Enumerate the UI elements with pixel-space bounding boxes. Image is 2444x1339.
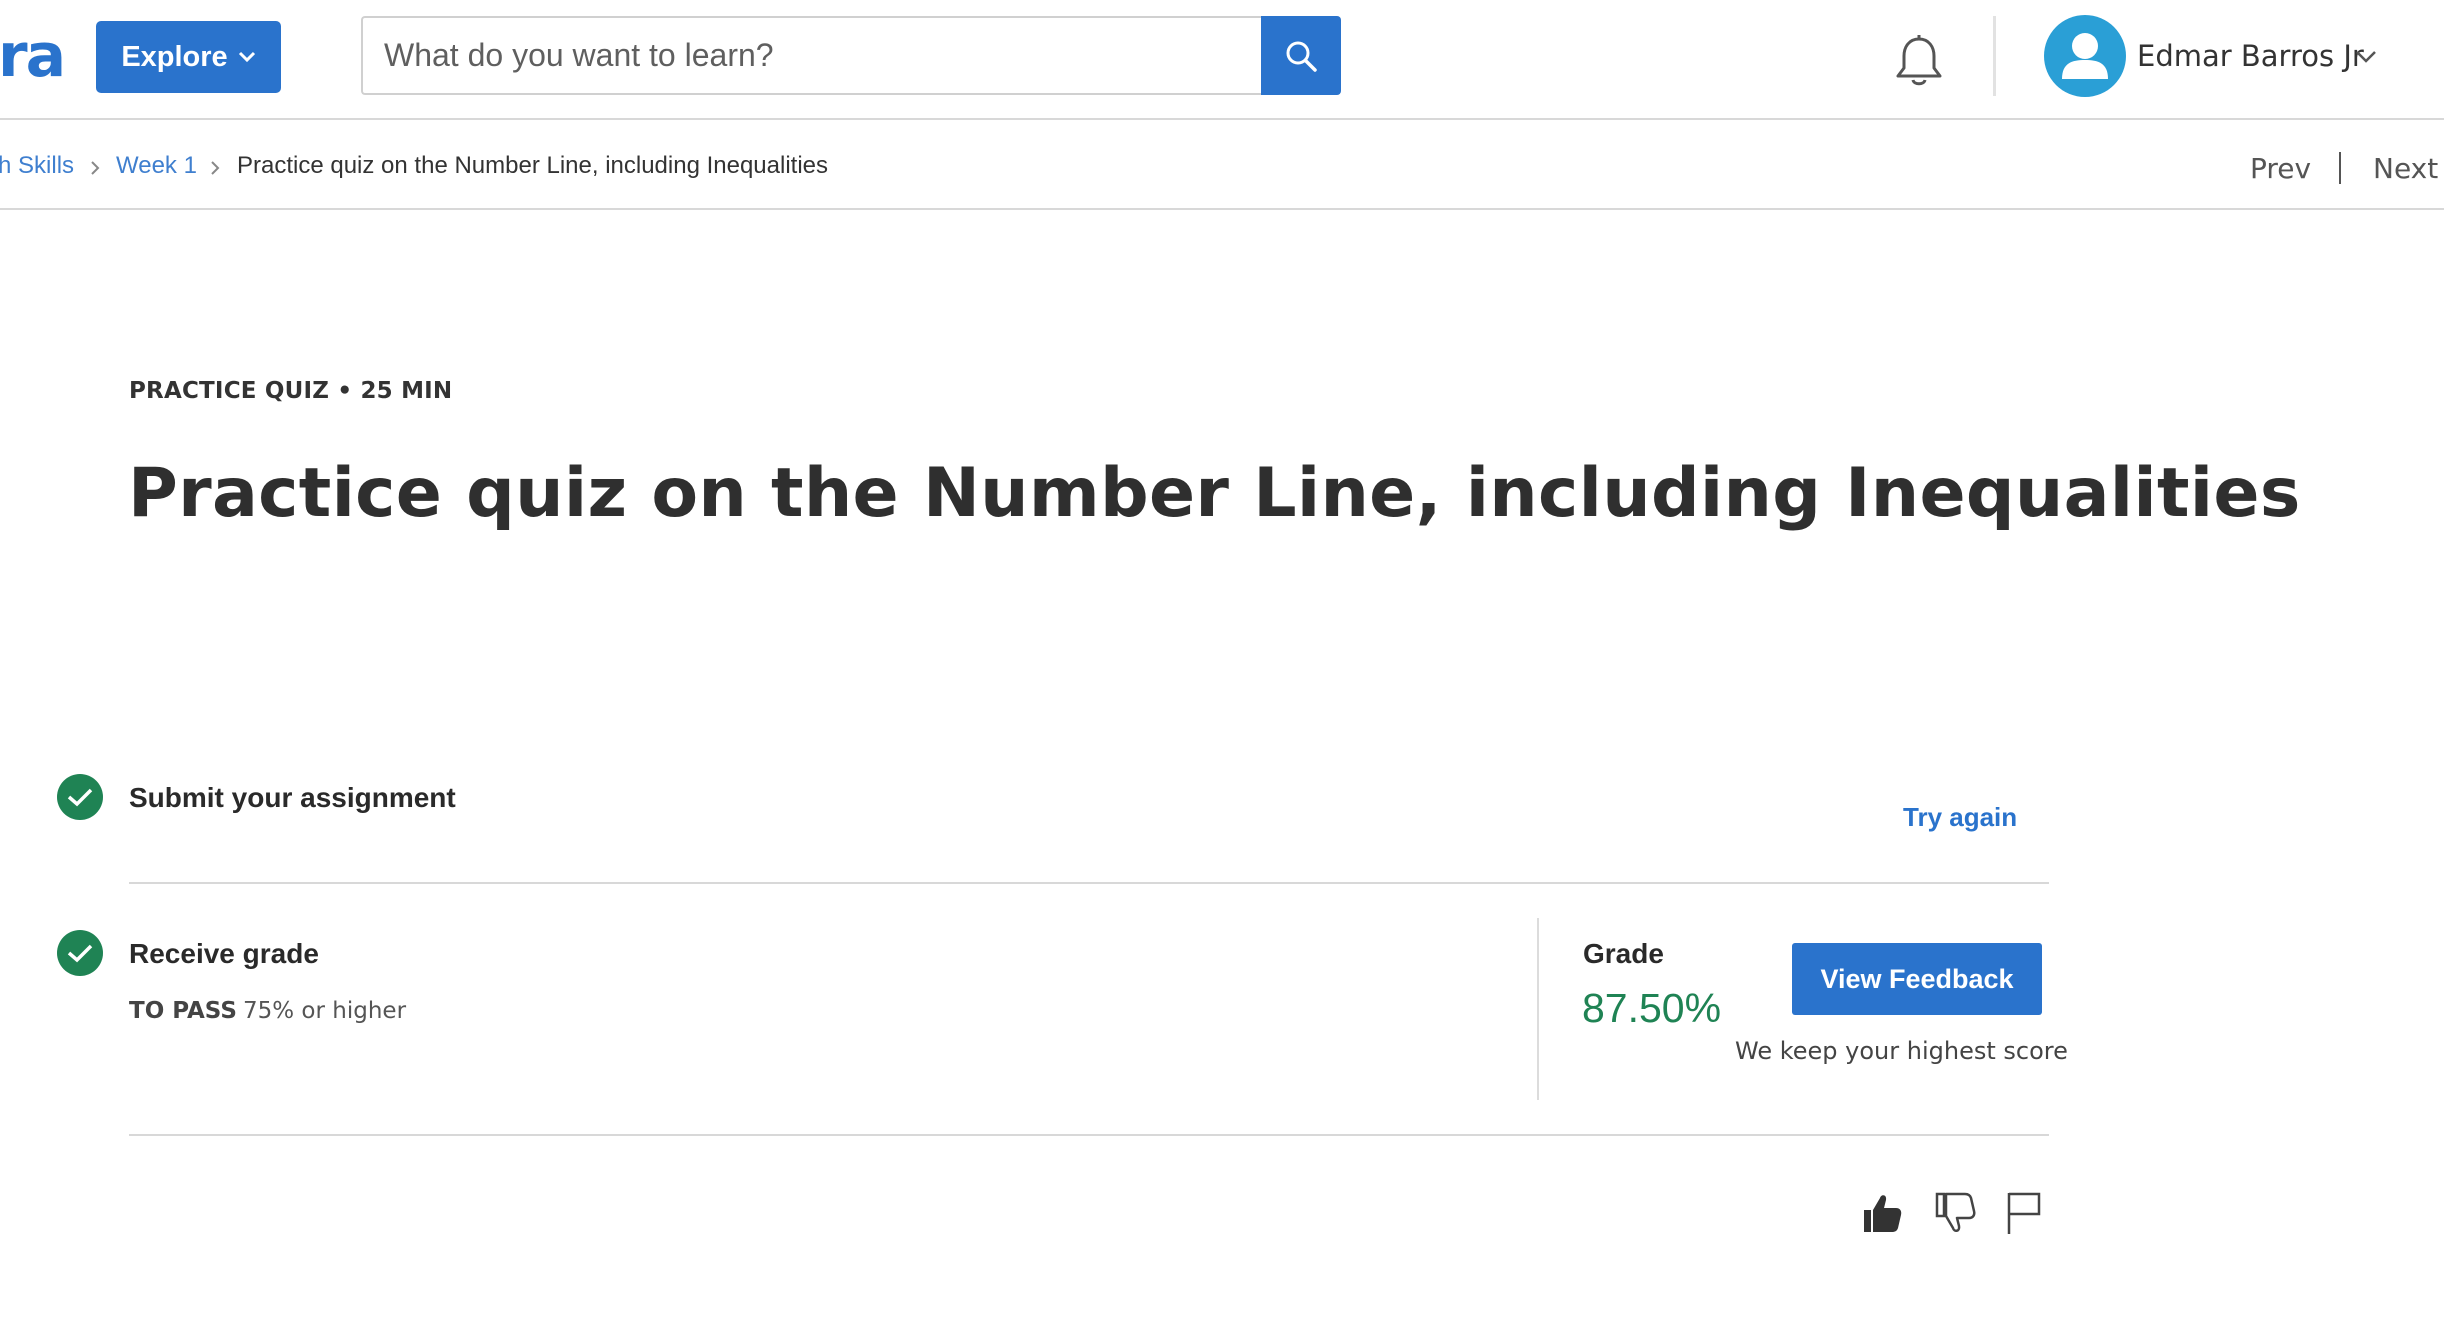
nav-divider: [2339, 152, 2341, 184]
user-name[interactable]: Edmar Barros Jr: [2137, 36, 2364, 76]
breadcrumb: h Skills Week 1 Practice quiz on the Num…: [0, 120, 2444, 210]
grade-divider: [1537, 918, 1539, 1100]
submit-step-title: Submit your assignment: [129, 782, 456, 813]
grade-step-title: Receive grade: [129, 938, 319, 969]
chevron-right-icon: [91, 161, 100, 175]
header-divider: [1993, 16, 1996, 96]
try-again-link[interactable]: Try again: [1903, 802, 2017, 833]
chevron-right-icon: [211, 161, 220, 175]
top-header: ra Explore Edmar Barros Jr: [0, 0, 2444, 120]
quiz-meta: PRACTICE QUIZ • 25 MIN: [129, 378, 453, 404]
search-icon: [1286, 41, 1317, 72]
chevron-down-icon: [238, 51, 255, 63]
thumbs-up-icon[interactable]: [1858, 1190, 1904, 1236]
section-divider: [129, 1134, 2049, 1136]
flag-icon[interactable]: [2000, 1190, 2046, 1236]
coursera-logo[interactable]: ra: [0, 18, 66, 94]
explore-button[interactable]: Explore: [96, 21, 281, 93]
explore-label: Explore: [121, 40, 228, 73]
next-link[interactable]: Next: [2373, 151, 2438, 187]
to-pass-value: 75% or higher: [243, 998, 407, 1024]
chevron-down-icon[interactable]: [2355, 50, 2377, 64]
page-title: Practice quiz on the Number Line, includ…: [128, 454, 2301, 533]
to-pass-label: TO PASS: [129, 998, 237, 1024]
user-avatar-icon[interactable]: [2044, 15, 2126, 97]
highest-score-note: We keep your highest score: [1735, 1037, 2068, 1065]
grade-value: 87.50%: [1582, 985, 1722, 1031]
breadcrumb-course[interactable]: h Skills: [0, 150, 74, 182]
breadcrumb-week[interactable]: Week 1: [116, 150, 197, 182]
thumbs-down-icon[interactable]: [1931, 1190, 1977, 1236]
grade-label: Grade: [1583, 938, 1664, 969]
bell-icon[interactable]: [1893, 34, 1945, 88]
check-circle-icon: [57, 774, 103, 820]
search-input[interactable]: [361, 16, 1261, 95]
view-feedback-button[interactable]: View Feedback: [1792, 943, 2042, 1015]
check-circle-icon: [57, 930, 103, 976]
section-divider: [129, 882, 2049, 884]
search-button[interactable]: [1261, 16, 1341, 95]
breadcrumb-current: Practice quiz on the Number Line, includ…: [237, 152, 829, 179]
prev-link[interactable]: Prev: [2250, 151, 2311, 187]
